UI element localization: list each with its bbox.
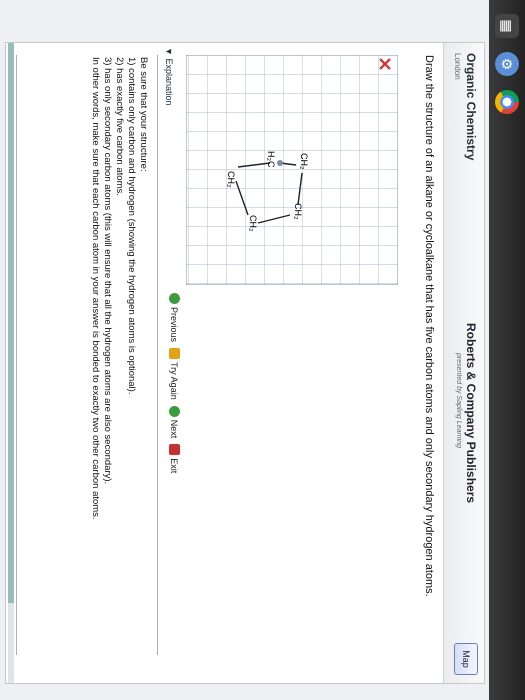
- atom-ch2-bottom: CH₂: [226, 171, 236, 188]
- triangle-down-icon: ▼: [164, 47, 174, 56]
- exit-icon: [169, 444, 180, 456]
- apps-icon[interactable]: ▦: [495, 14, 519, 38]
- next-icon: [169, 405, 180, 417]
- previous-label: Previous: [169, 307, 180, 343]
- next-label: Next: [169, 419, 180, 439]
- drawing-grid[interactable]: CH₂ CH₂ CH₂ H₂C CH₂: [186, 55, 398, 285]
- publisher-subtitle: presented by Sapling Learning: [455, 353, 462, 448]
- scroll-thumb[interactable]: [8, 43, 14, 603]
- explanation-line: 2) has exactly five carbon atoms.: [114, 57, 125, 196]
- explanation-box: Be sure that your structure: 1) contains…: [16, 55, 158, 655]
- atom-ch2-top: CH₂: [299, 153, 309, 170]
- navigation-bar: Previous Try Again Next Exit: [169, 293, 180, 473]
- try-again-label: Try Again: [169, 362, 180, 400]
- course-subtitle: London: [453, 53, 462, 80]
- map-button[interactable]: Map: [454, 643, 478, 675]
- try-again-icon: [169, 348, 180, 360]
- question-panel: Organic Chemistry London Roberts & Compa…: [5, 42, 485, 684]
- explanation-toggle[interactable]: ▼ Explanation: [164, 47, 174, 105]
- question-text: Draw the structure of an alkane or cyclo…: [423, 55, 435, 597]
- header: Organic Chemistry London Roberts & Compa…: [443, 43, 484, 683]
- explanation-line: 3) has only secondary carbon atoms (this…: [102, 57, 113, 485]
- exit-label: Exit: [169, 458, 180, 474]
- map-label: Map: [461, 650, 471, 668]
- exit-button[interactable]: Exit: [169, 444, 180, 473]
- atom-ch2-top-right: CH₂: [293, 203, 303, 220]
- drawing-canvas[interactable]: CH₂ CH₂ CH₂ H₂C CH₂: [186, 55, 398, 285]
- previous-icon: [169, 293, 180, 304]
- explanation-line: 1) contains only carbon and hydrogen (sh…: [126, 57, 137, 395]
- taskbar: ▦ ⚙: [489, 0, 525, 700]
- explanation-line: Be sure that your structure:: [138, 57, 149, 172]
- next-button[interactable]: Next: [169, 405, 180, 439]
- publisher-name: Roberts & Company Publishers: [464, 323, 478, 504]
- try-again-button[interactable]: Try Again: [169, 348, 180, 400]
- settings-icon[interactable]: ⚙: [495, 52, 519, 76]
- atom-ch2-right: CH₂: [248, 215, 258, 232]
- horizontal-scrollbar[interactable]: [8, 43, 14, 683]
- chrome-icon[interactable]: [495, 90, 519, 114]
- previous-button[interactable]: Previous: [169, 293, 180, 342]
- atom-h2c-left: H₂C: [266, 151, 276, 168]
- atom-selector[interactable]: [277, 160, 283, 166]
- course-title: Organic Chemistry: [464, 53, 478, 161]
- explanation-line: In other words, make sure that each carb…: [90, 57, 101, 520]
- screen-photo: ▦ ⚙ Organic Chemistry London Roberts & C…: [0, 0, 525, 700]
- explanation-text: Be sure that your structure: 1) contains…: [89, 57, 149, 647]
- explanation-label: Explanation: [164, 58, 174, 106]
